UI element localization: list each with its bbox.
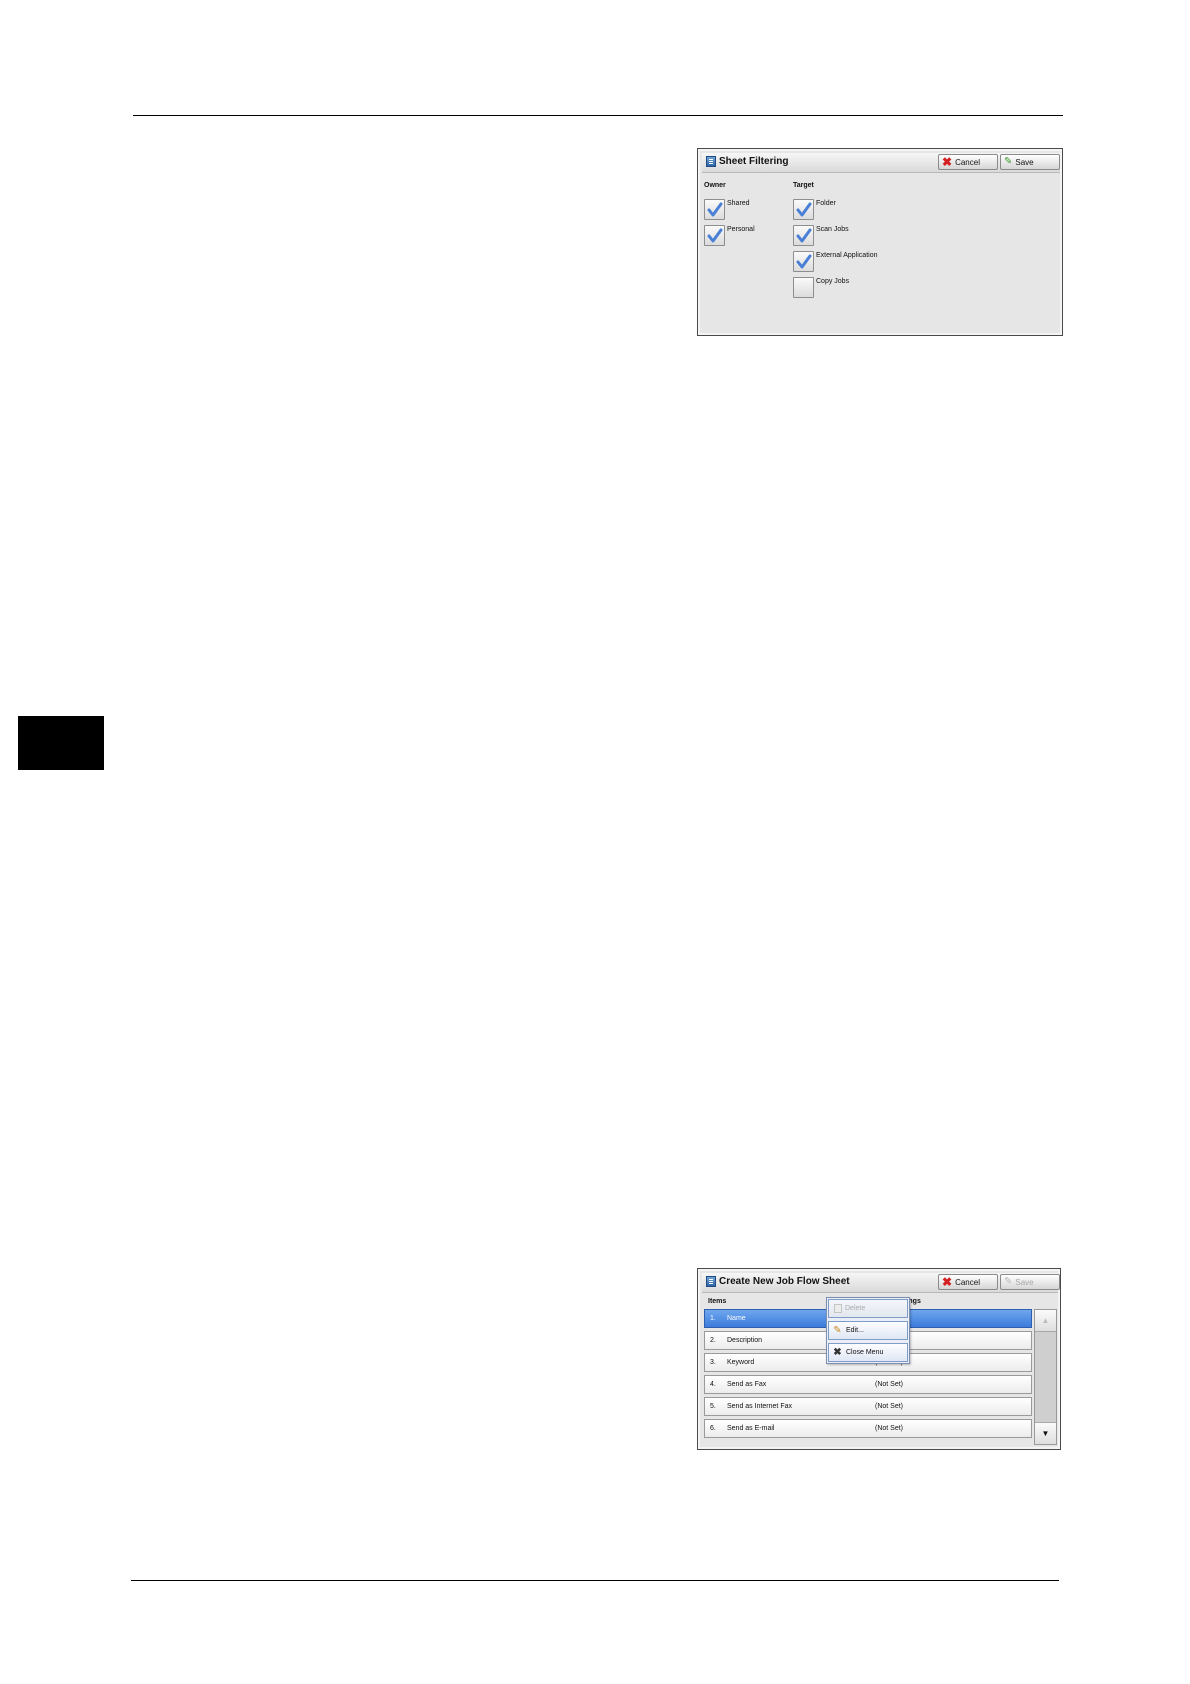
scroll-up-button[interactable]: ▲ [1035, 1310, 1056, 1332]
owner-checkbox-shared[interactable]: Shared [704, 199, 750, 220]
chapter-tab [18, 716, 104, 770]
sheet-filtering-title: Sheet Filtering [719, 156, 789, 167]
items-column-header: Items [708, 1298, 727, 1305]
checkmark-icon [796, 202, 812, 217]
save-pen-icon: ✎ [1004, 156, 1013, 167]
sheet-icon [706, 1276, 716, 1287]
checkbox-scan-jobs[interactable] [793, 225, 814, 246]
table-row-send-as-internet-fax[interactable]: 5. Send as Internet Fax (Not Set) [704, 1397, 1032, 1416]
owner-checkbox-personal[interactable]: Personal [704, 225, 755, 246]
menu-item-close-menu[interactable]: ✖ Close Menu [828, 1343, 908, 1362]
sheet-icon [706, 156, 716, 167]
target-checkbox-external-application[interactable]: External Application [793, 251, 877, 272]
edit-wand-icon: ✎ [833, 1325, 842, 1336]
menu-item-delete[interactable]: Delete [828, 1299, 908, 1318]
checkmark-icon [796, 254, 812, 269]
save-button[interactable]: ✎ Save [1000, 154, 1060, 170]
list-scrollbar[interactable]: ▲ ▼ [1034, 1309, 1057, 1445]
sheet-filtering-header: Sheet Filtering ✖ Cancel ✎ Save [702, 153, 1060, 173]
checkbox-personal[interactable] [704, 225, 725, 246]
checkmark-icon [796, 228, 812, 243]
target-checkbox-folder[interactable]: Folder [793, 199, 836, 220]
cancel-button[interactable]: ✖ Cancel [938, 154, 998, 170]
target-label: Target [793, 182, 814, 189]
sheet-filtering-screen: Sheet Filtering ✖ Cancel ✎ Save Owner Ta… [697, 148, 1063, 336]
header-rule [133, 115, 1063, 116]
cancel-x-icon: ✖ [942, 155, 953, 169]
owner-label: Owner [704, 182, 726, 189]
job-flow-header: Create New Job Flow Sheet ✖ Cancel ✎ Sav… [702, 1273, 1060, 1293]
checkbox-folder[interactable] [793, 199, 814, 220]
job-flow-title: Create New Job Flow Sheet [719, 1276, 850, 1287]
table-row-send-as-fax[interactable]: 4. Send as Fax (Not Set) [704, 1375, 1032, 1394]
scroll-down-button[interactable]: ▼ [1035, 1422, 1056, 1444]
checkbox-copy-jobs[interactable] [793, 277, 814, 298]
cancel-button[interactable]: ✖ Cancel [938, 1274, 998, 1290]
target-checkbox-scan-jobs[interactable]: Scan Jobs [793, 225, 849, 246]
create-job-flow-screen: Create New Job Flow Sheet ✖ Cancel ✎ Sav… [697, 1268, 1061, 1450]
checkbox-external-application[interactable] [793, 251, 814, 272]
close-icon: ✖ [833, 1347, 842, 1358]
footer-rule [131, 1580, 1059, 1581]
cancel-x-icon: ✖ [942, 1275, 953, 1289]
trash-icon [834, 1304, 842, 1313]
checkbox-shared[interactable] [704, 199, 725, 220]
checkmark-icon [707, 228, 723, 243]
table-row-send-as-email[interactable]: 6. Send as E-mail (Not Set) [704, 1419, 1032, 1438]
menu-item-edit[interactable]: ✎ Edit... [828, 1321, 908, 1340]
save-button[interactable]: ✎ Save [1000, 1274, 1060, 1290]
row-context-menu: Delete ✎ Edit... ✖ Close Menu [826, 1297, 910, 1364]
target-checkbox-copy-jobs[interactable]: Copy Jobs [793, 277, 849, 298]
checkmark-icon [707, 202, 723, 217]
save-pen-icon: ✎ [1004, 1276, 1013, 1287]
